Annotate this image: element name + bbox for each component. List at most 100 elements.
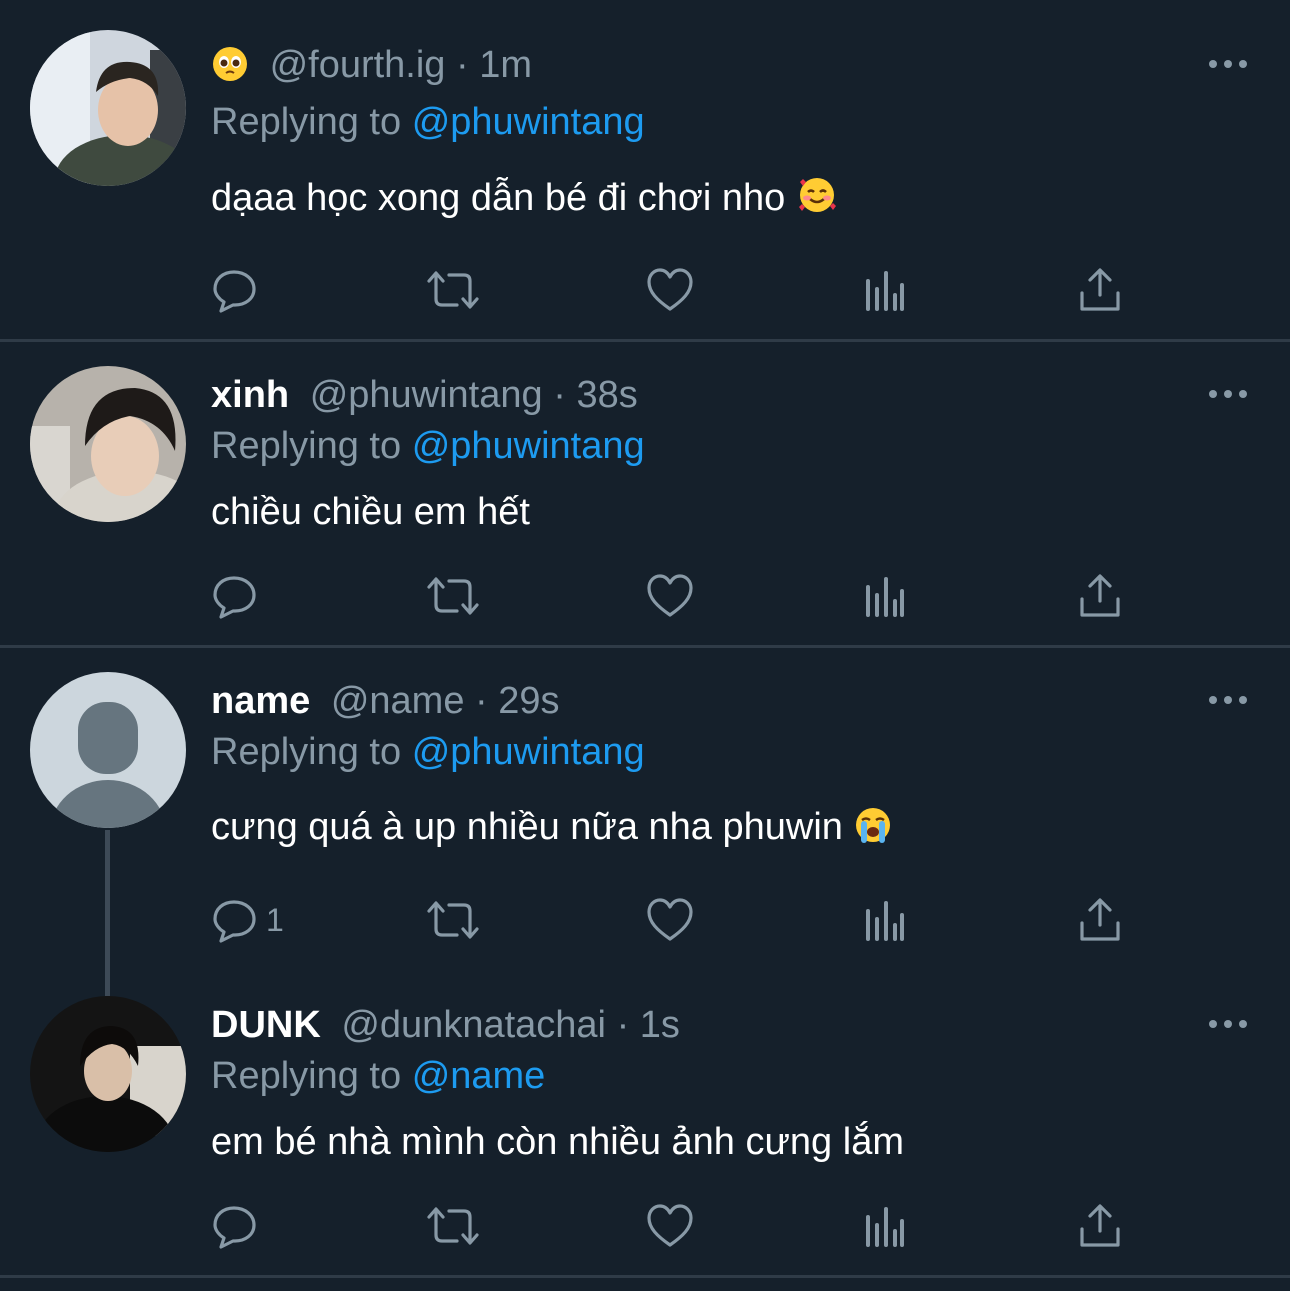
share-icon — [1080, 898, 1120, 941]
more-dots-icon — [1209, 390, 1247, 398]
retweet-icon — [427, 271, 479, 309]
like-button[interactable] — [645, 568, 695, 624]
tweet-text-content: cưng quá à up nhiều nữa nha phuwin — [211, 806, 843, 848]
display-name[interactable]: name — [211, 680, 310, 722]
like-icon — [647, 268, 693, 311]
analytics-icon — [866, 271, 904, 311]
timestamp[interactable]: 1m — [479, 44, 532, 86]
share-button[interactable] — [1078, 892, 1122, 948]
thread-connector — [105, 972, 110, 996]
reply-button[interactable] — [210, 262, 266, 318]
avatar-xinh[interactable] — [30, 366, 186, 522]
analytics-icon — [866, 577, 904, 617]
analytics-button[interactable] — [862, 892, 908, 948]
reply-button[interactable] — [210, 1198, 266, 1254]
retweet-button[interactable] — [425, 1198, 481, 1254]
avatar-fourth[interactable] — [30, 30, 186, 186]
user-handle[interactable]: @fourth.ig — [270, 44, 446, 86]
tweet-text-content: dạaa học xong dẫn bé đi chơi nho — [211, 177, 786, 219]
tweet-divider — [0, 1275, 1290, 1278]
avatar-default[interactable] — [30, 672, 186, 828]
share-button[interactable] — [1078, 1198, 1122, 1254]
tweet-actions: 1 — [210, 892, 1140, 948]
tweet-name[interactable]: name @name · 29s Replying to @phuwintang… — [0, 648, 1290, 972]
tweet-dunk[interactable]: DUNK @dunknatachai · 1s Replying to @nam… — [0, 972, 1290, 1276]
like-icon — [647, 898, 693, 941]
pleading-face-emoji — [211, 45, 249, 94]
retweet-icon — [427, 901, 479, 939]
like-icon — [647, 574, 693, 617]
replying-to: Replying to @phuwintang — [211, 729, 645, 775]
mention-link[interactable]: @phuwintang — [412, 101, 645, 143]
replying-prefix: Replying to — [211, 1055, 402, 1097]
mention-link[interactable]: @name — [412, 1055, 546, 1097]
share-icon — [1080, 1204, 1120, 1247]
retweet-icon — [427, 1207, 479, 1245]
loudly-crying-face-emoji — [853, 805, 893, 856]
tweet-actions — [210, 1198, 1140, 1254]
smiling-face-with-hearts-emoji — [796, 174, 838, 227]
replying-to: Replying to @name — [211, 1053, 545, 1099]
more-dots-icon — [1209, 60, 1247, 68]
analytics-icon — [866, 901, 904, 941]
analytics-button[interactable] — [862, 262, 908, 318]
replying-to: Replying to @phuwintang — [211, 99, 645, 145]
reply-icon — [213, 270, 256, 313]
tweet-text: chiều chiều em hết — [211, 489, 530, 535]
tweet-xinh[interactable]: xinh @phuwintang · 38s Replying to @phuw… — [0, 342, 1290, 646]
retweet-icon — [427, 577, 479, 615]
share-button[interactable] — [1078, 262, 1122, 318]
more-options-button[interactable] — [1208, 387, 1248, 399]
user-handle[interactable]: @dunknatachai — [341, 1004, 606, 1046]
mention-link[interactable]: @phuwintang — [412, 731, 645, 773]
tweet-text-content: chiều chiều em hết — [211, 491, 530, 533]
analytics-button[interactable] — [862, 1198, 908, 1254]
display-name[interactable]: DUNK — [211, 1004, 321, 1046]
like-button[interactable] — [645, 892, 695, 948]
user-handle[interactable]: @name — [331, 680, 465, 722]
more-dots-icon — [1209, 696, 1247, 704]
like-button[interactable] — [645, 262, 695, 318]
replying-prefix: Replying to — [211, 425, 402, 467]
like-button[interactable] — [645, 1198, 695, 1254]
reply-count: 1 — [266, 901, 284, 938]
mention-link[interactable]: @phuwintang — [412, 425, 645, 467]
analytics-button[interactable] — [862, 568, 908, 624]
tweet-text: cưng quá à up nhiều nữa nha phuwin — [211, 804, 893, 856]
user-handle[interactable]: @phuwintang — [310, 374, 543, 416]
retweet-button[interactable] — [425, 262, 481, 318]
replying-prefix: Replying to — [211, 101, 402, 143]
timestamp[interactable]: 1s — [640, 1004, 680, 1046]
timestamp[interactable]: 38s — [576, 374, 637, 416]
analytics-icon — [866, 1207, 904, 1247]
separator-dot: · — [475, 680, 488, 722]
tweet-text: dạaa học xong dẫn bé đi chơi nho — [211, 174, 838, 227]
reply-icon — [213, 1206, 256, 1249]
display-name[interactable]: xinh — [211, 374, 289, 416]
more-dots-icon — [1209, 1020, 1247, 1028]
tweet-actions — [210, 262, 1140, 318]
retweet-button[interactable] — [425, 892, 481, 948]
more-options-button[interactable] — [1208, 1017, 1248, 1029]
avatar-dunk[interactable] — [30, 996, 186, 1152]
default-profile-icon — [30, 672, 186, 828]
more-options-button[interactable] — [1208, 57, 1248, 69]
tweet-text-content: em bé nhà mình còn nhiều ảnh cưng lắm — [211, 1121, 904, 1163]
retweet-button[interactable] — [425, 568, 481, 624]
tweet-text: em bé nhà mình còn nhiều ảnh cưng lắm — [211, 1119, 904, 1165]
reply-icon — [213, 576, 256, 619]
thread-connector — [105, 830, 110, 972]
share-icon — [1080, 268, 1120, 311]
timestamp[interactable]: 29s — [498, 680, 559, 722]
tweet-header: @fourth.ig · 1m — [211, 42, 532, 94]
separator-dot: · — [553, 374, 566, 416]
tweet-header: DUNK @dunknatachai · 1s — [211, 1002, 680, 1048]
more-options-button[interactable] — [1208, 693, 1248, 705]
reply-icon — [213, 900, 256, 943]
share-button[interactable] — [1078, 568, 1122, 624]
tweet-actions — [210, 568, 1140, 624]
reply-button[interactable]: 1 — [210, 892, 284, 948]
reply-button[interactable] — [210, 568, 266, 624]
like-icon — [647, 1204, 693, 1247]
tweet-fourth[interactable]: @fourth.ig · 1m Replying to @phuwintang … — [0, 0, 1290, 340]
